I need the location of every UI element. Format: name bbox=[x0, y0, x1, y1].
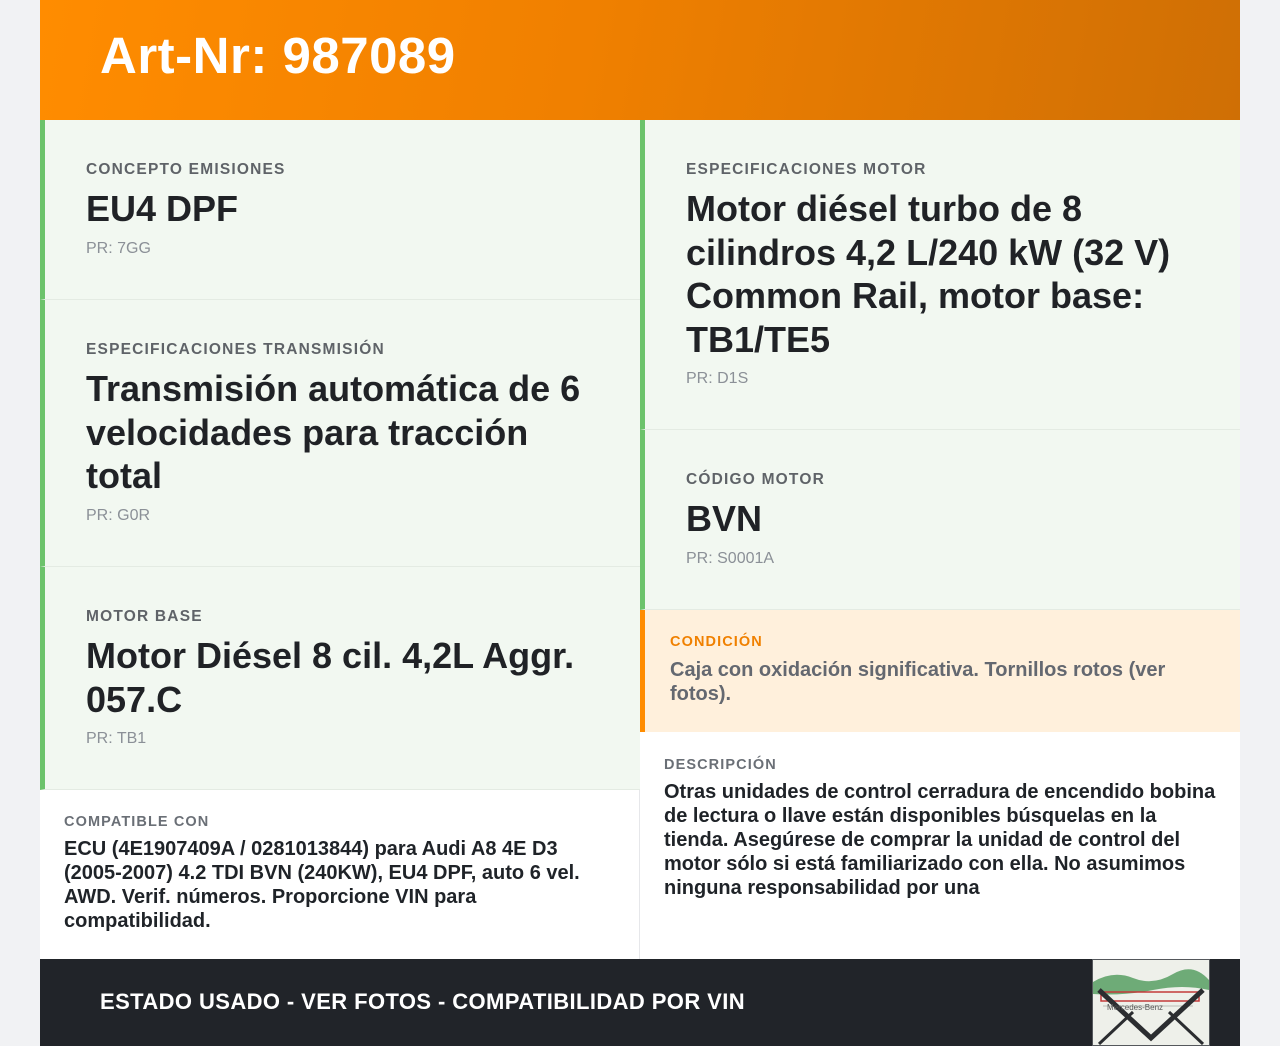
compatibility-section: COMPATIBLE CON ECU (4E1907409A / 0281013… bbox=[40, 790, 640, 960]
spec-pr-code: PR: D1S bbox=[686, 370, 749, 387]
product-photo-thumbnail[interactable]: Mercedes-Benz bbox=[1092, 959, 1210, 1046]
footer-bar: ESTADO USADO - VER FOTOS - COMPATIBILIDA… bbox=[40, 959, 1240, 1046]
spec-value: BVN bbox=[686, 498, 763, 539]
description-label: DESCRIPCIÓN bbox=[664, 757, 777, 773]
spec-label: ESPECIFICACIONES TRANSMISIÓN bbox=[86, 341, 385, 358]
article-number-title: Art-Nr: 987089 bbox=[100, 27, 456, 84]
spec-label: MOTOR BASE bbox=[86, 608, 203, 625]
spec-label: CÓDIGO MOTOR bbox=[686, 471, 825, 488]
product-sheet: Art-Nr: 987089 CONCEPTO EMISIONES EU4 DP… bbox=[40, 0, 1240, 1046]
thumbnail-brand-text: Mercedes-Benz bbox=[1107, 1003, 1164, 1012]
spec-pr-code: PR: G0R bbox=[86, 506, 151, 524]
spec-value: EU4 DPF bbox=[86, 188, 239, 229]
spec-value: Motor Diésel 8 cil. 4,2L Aggr. 057.C bbox=[86, 635, 575, 720]
spec-value: Transmisión automática de 6 velocidades … bbox=[86, 368, 581, 496]
spec-label: CONCEPTO EMISIONES bbox=[86, 161, 286, 178]
spec-pr-code: PR: 7GG bbox=[86, 239, 151, 257]
spec-card-engine-code: CÓDIGO MOTOR BVN PR: S0001A bbox=[640, 430, 1240, 610]
spec-label: ESPECIFICACIONES MOTOR bbox=[686, 161, 927, 178]
header-bar: Art-Nr: 987089 bbox=[40, 0, 1240, 120]
compatibility-text: ECU (4E1907409A / 0281013844) para Audi … bbox=[64, 838, 580, 932]
spec-card-base-engine: MOTOR BASE Motor Diésel 8 cil. 4,2L Aggr… bbox=[40, 567, 640, 790]
condition-notice: CONDICIÓN Caja con oxidación significati… bbox=[640, 610, 1240, 732]
spec-card-transmission: ESPECIFICACIONES TRANSMISIÓN Transmisión… bbox=[40, 300, 640, 567]
footer-status-text: ESTADO USADO - VER FOTOS - COMPATIBILIDA… bbox=[100, 989, 745, 1014]
spec-card-emissions: CONCEPTO EMISIONES EU4 DPF PR: 7GG bbox=[40, 120, 640, 300]
spec-pr-code: PR: TB1 bbox=[86, 730, 147, 747]
spec-value: Motor diésel turbo de 8 cilindros 4,2 L/… bbox=[686, 188, 1171, 360]
description-text: Otras unidades de control cerradura de e… bbox=[664, 781, 1216, 899]
left-spec-column: CONCEPTO EMISIONES EU4 DPF PR: 7GG ESPEC… bbox=[40, 120, 640, 790]
condition-label: CONDICIÓN bbox=[670, 634, 763, 650]
condition-text: Caja con oxidación significativa. Tornil… bbox=[670, 659, 1166, 705]
compatibility-label: COMPATIBLE CON bbox=[64, 814, 210, 830]
right-spec-column: ESPECIFICACIONES MOTOR Motor diésel turb… bbox=[640, 120, 1240, 610]
description-section: DESCRIPCIÓN Otras unidades de control ce… bbox=[640, 732, 1240, 960]
spec-pr-code: PR: S0001A bbox=[686, 549, 775, 567]
spec-card-engine-specs: ESPECIFICACIONES MOTOR Motor diésel turb… bbox=[640, 120, 1240, 430]
